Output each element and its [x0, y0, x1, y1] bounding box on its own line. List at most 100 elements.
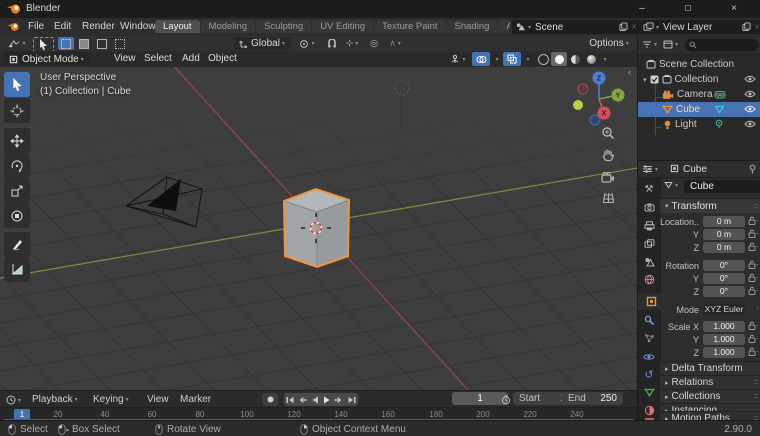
tab-animation[interactable]: Animation — [498, 20, 510, 33]
tab-sculpting[interactable]: Sculpting — [256, 20, 312, 33]
tab-texture-paint[interactable]: Texture Paint — [374, 20, 446, 33]
use-preview-range-icon[interactable] — [501, 395, 511, 405]
lock-icon[interactable] — [748, 334, 756, 343]
end-frame-field[interactable]: End 250 — [562, 392, 623, 405]
animate-dot[interactable]: · — [756, 333, 759, 343]
tab-particles-icon[interactable] — [638, 330, 660, 347]
pivot-point-dropdown[interactable]: ▾ — [294, 37, 320, 50]
viewport-3d[interactable]: Object Mode ▾ View Select Add Object ▾ ▾ … — [0, 51, 637, 390]
lock-icon[interactable] — [748, 347, 756, 356]
proportional-editing-icon[interactable]: ◎ — [366, 37, 382, 50]
location-x-field[interactable]: 0 m — [703, 216, 745, 227]
animate-dot[interactable]: · — [756, 303, 759, 313]
tab-render-icon[interactable] — [638, 199, 660, 216]
marker-menu[interactable]: Marker — [180, 394, 211, 405]
snap-toggle-magnet-icon[interactable] — [324, 37, 340, 50]
light-data-icon[interactable] — [714, 119, 724, 129]
mesh-data-icon[interactable] — [714, 105, 725, 114]
outliner-row-cube[interactable]: Cube — [638, 102, 760, 117]
tab-uv-editing[interactable]: UV Editing — [312, 20, 374, 33]
snap-settings-dropdown[interactable]: ⊹ ▾ — [341, 37, 363, 50]
proportional-falloff-dropdown[interactable]: ∧ ▾ — [384, 37, 406, 50]
options-dropdown[interactable]: Options ▾ — [586, 37, 632, 50]
animate-dot[interactable]: · — [756, 272, 759, 282]
prev-keyframe-button[interactable] — [297, 395, 308, 405]
shading-wireframe-icon[interactable] — [535, 52, 551, 66]
animate-dot[interactable]: · — [756, 346, 759, 356]
tab-constraints-icon[interactable]: ↺ — [638, 366, 660, 383]
play-reverse-button[interactable] — [310, 395, 320, 405]
view-layer-selector[interactable]: ▾ View Layer × — [640, 20, 760, 34]
outliner-filter-icon[interactable]: ▾ — [642, 40, 657, 49]
blender-menu-icon[interactable] — [6, 21, 20, 32]
properties-editor-type-icon[interactable]: ▾ — [642, 164, 658, 174]
jump-to-start-button[interactable] — [285, 395, 295, 405]
next-keyframe-button[interactable] — [334, 395, 344, 405]
viewport-menu-view[interactable]: View — [114, 53, 136, 64]
orientation-dropdown[interactable]: Global ▾ — [234, 37, 290, 50]
hide-eye-icon[interactable] — [744, 120, 756, 128]
viewport-menu-add[interactable]: Add — [182, 53, 200, 64]
pan-view-icon[interactable] — [599, 146, 617, 164]
lock-icon[interactable] — [748, 321, 756, 330]
delta-transform-panel[interactable]: ▸ Delta Transform — [660, 361, 760, 375]
hide-eye-icon[interactable] — [744, 105, 756, 113]
tool-measure[interactable] — [4, 257, 30, 282]
tab-material-icon[interactable] — [638, 402, 660, 419]
jump-to-end-button[interactable] — [347, 395, 357, 405]
outliner-row-light[interactable]: Light — [638, 117, 760, 132]
collections-panel[interactable]: ▸ Collections :::: — [660, 389, 760, 403]
mode-dropdown[interactable]: Object Mode ▾ — [4, 52, 89, 66]
panel-drag-handle[interactable]: :::: — [753, 203, 758, 210]
disclosure-triangle-icon[interactable]: ▾ — [643, 76, 647, 84]
animate-dot[interactable]: · — [756, 241, 759, 251]
panel-drag-handle[interactable]: :::: — [753, 379, 758, 386]
animate-dot[interactable]: · — [756, 259, 759, 269]
outliner-row-scene-collection[interactable]: Scene Collection — [638, 57, 760, 72]
tool-annotate[interactable] — [4, 232, 30, 257]
outliner-row-collection[interactable]: ▾ Collection — [638, 72, 760, 87]
camera-view-icon[interactable] — [599, 168, 617, 186]
relations-panel[interactable]: ▸ Relations :::: — [660, 375, 760, 389]
tab-scene-icon[interactable] — [638, 253, 660, 270]
tab-tool-icon[interactable]: ⚒ — [638, 181, 660, 198]
viewport-menu-object[interactable]: Object — [208, 53, 237, 64]
tool-cursor[interactable] — [4, 98, 30, 123]
tab-world-icon[interactable] — [638, 271, 660, 288]
select-mode-subtract[interactable] — [94, 37, 110, 50]
scale-x-field[interactable]: 1.000 — [703, 321, 745, 332]
current-frame-field[interactable]: 1 — [452, 392, 508, 405]
perspective-toggle-icon[interactable] — [599, 188, 617, 206]
tool-rotate[interactable] — [4, 153, 30, 178]
tool-transform[interactable] — [4, 203, 30, 228]
maximize-button[interactable]: □ — [668, 0, 708, 18]
timeline-editor-type-icon[interactable]: ▾ — [6, 395, 21, 405]
tab-output-icon[interactable] — [638, 217, 660, 234]
outliner-display-mode-icon[interactable]: ▾ — [663, 40, 678, 49]
close-button[interactable]: × — [714, 0, 754, 18]
record-button[interactable] — [262, 393, 278, 406]
lock-icon[interactable] — [748, 242, 756, 251]
object-name-field[interactable]: Cube — [684, 180, 760, 193]
overlays-dropdown[interactable]: ▾ — [491, 52, 501, 66]
xray-toggle[interactable] — [503, 52, 521, 66]
outliner-row-camera[interactable]: Camera — [638, 87, 760, 102]
rotation-z-field[interactable]: 0° — [703, 286, 745, 297]
lock-icon[interactable] — [748, 216, 756, 225]
tool-select[interactable] — [4, 72, 30, 97]
sidebar-collapse-icon[interactable]: ‹ — [628, 67, 631, 77]
tab-view-layer-icon[interactable] — [638, 235, 660, 252]
panel-drag-handle[interactable]: :::: — [753, 393, 758, 400]
tab-modeling[interactable]: Modeling — [200, 20, 256, 33]
playback-menu[interactable]: Playback ▾ — [32, 394, 78, 405]
animate-dot[interactable]: · — [756, 228, 759, 238]
overlays-toggle[interactable] — [472, 52, 490, 66]
tab-physics-icon[interactable] — [638, 348, 660, 365]
rotation-y-field[interactable]: 0° — [703, 273, 745, 284]
camera-data-icon[interactable] — [714, 90, 726, 99]
pin-icon[interactable] — [748, 164, 757, 174]
tab-layout[interactable]: Layout — [155, 20, 200, 33]
lock-icon[interactable] — [748, 286, 756, 295]
tab-modifiers-icon[interactable] — [638, 312, 660, 329]
navigation-gizmo[interactable]: Z Y X — [565, 61, 635, 131]
